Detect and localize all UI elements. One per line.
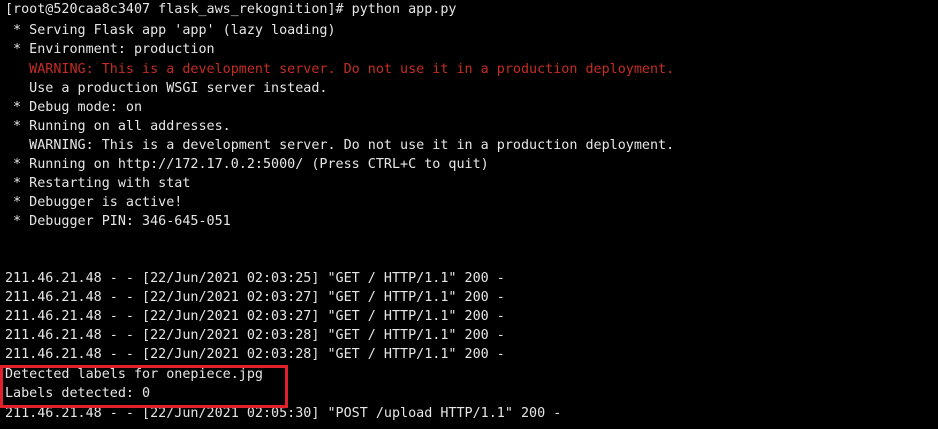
access-log-line: 211.46.21.48 - - [22/Jun/2021 02:03:27] … — [5, 290, 505, 305]
serving-line: * Serving Flask app 'app' (lazy loading) — [5, 23, 336, 38]
access-log-line: 211.46.21.48 - - [22/Jun/2021 02:03:25] … — [5, 271, 505, 286]
debugger-pin-line: * Debugger PIN: 346-645-051 — [5, 214, 231, 229]
running-all-addresses-line: * Running on all addresses. — [5, 119, 231, 134]
debug-mode-line: * Debug mode: on — [5, 100, 143, 115]
access-log-line: 211.46.21.48 - - [22/Jun/2021 02:03:28] … — [5, 328, 505, 343]
access-log-line: 211.46.21.48 - - [22/Jun/2021 02:03:28] … — [5, 347, 505, 362]
warning-line-red: WARNING: This is a development server. D… — [5, 62, 675, 77]
environment-line: * Environment: production — [5, 42, 215, 57]
wsgi-advice-line: Use a production WSGI server instead. — [5, 81, 328, 96]
access-log-line: 211.46.21.48 - - [22/Jun/2021 02:03:27] … — [5, 309, 505, 324]
running-on-url-line: * Running on http://172.17.0.2:5000/ (Pr… — [5, 157, 489, 172]
restarting-line: * Restarting with stat — [5, 176, 191, 191]
shell-prompt-line: [root@520caa8c3407 flask_aws_rekognition… — [5, 2, 457, 17]
debugger-active-line: * Debugger is active! — [5, 195, 183, 210]
detected-labels-line: Detected labels for onepiece.jpg — [5, 367, 263, 382]
upload-log-line: 211.46.21.48 - - [22/Jun/2021 02:05:30] … — [5, 406, 562, 421]
terminal-window[interactable]: [root@520caa8c3407 flask_aws_rekognition… — [0, 0, 938, 429]
labels-count-line: Labels detected: 0 — [5, 386, 151, 401]
warning-line: WARNING: This is a development server. D… — [5, 138, 675, 153]
